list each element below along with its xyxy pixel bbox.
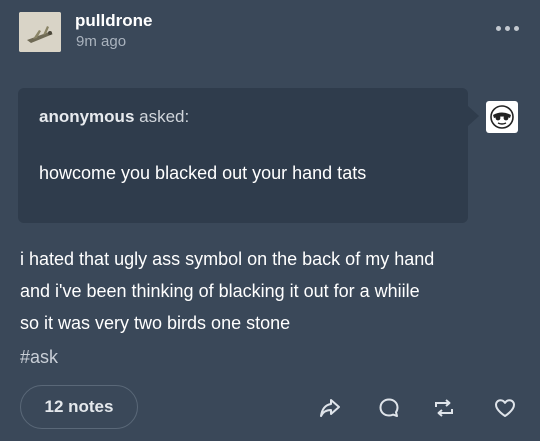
post-username[interactable]: pulldrone <box>75 11 152 31</box>
like-icon[interactable] <box>493 396 517 420</box>
answer-line: so it was very two birds one stone <box>20 313 291 333</box>
ask-bubble: anonymous asked: howcome you blacked out… <box>18 88 479 223</box>
post-timestamp: 9m ago <box>76 33 127 50</box>
reblog-icon[interactable] <box>432 396 456 420</box>
asker-name: anonymous <box>39 107 135 126</box>
ask-question: howcome you blacked out your hand tats <box>39 163 367 183</box>
share-icon[interactable] <box>318 396 342 420</box>
user-avatar[interactable] <box>19 12 61 52</box>
post-tag[interactable]: #ask <box>20 347 58 368</box>
post-card: pulldrone 9m ago anonymous asked: howcom… <box>0 0 540 441</box>
dot <box>496 25 501 31</box>
answer-line: i hated that ugly ass symbol on the back… <box>20 249 435 269</box>
answer-body: i hated that ugly ass symbol on the back… <box>20 243 525 339</box>
ask-header: anonymous asked: <box>39 107 189 127</box>
dot <box>505 25 510 31</box>
reply-icon[interactable] <box>377 396 401 420</box>
avatar-image-icon <box>19 12 61 52</box>
post-actions <box>0 396 540 420</box>
answer-line: and i've been thinking of blacking it ou… <box>20 281 420 301</box>
more-options-icon[interactable] <box>496 24 522 32</box>
anonymous-avatar <box>486 101 518 133</box>
asked-label: asked: <box>139 107 190 126</box>
anonymous-face-icon <box>490 105 514 129</box>
dot <box>514 25 519 31</box>
